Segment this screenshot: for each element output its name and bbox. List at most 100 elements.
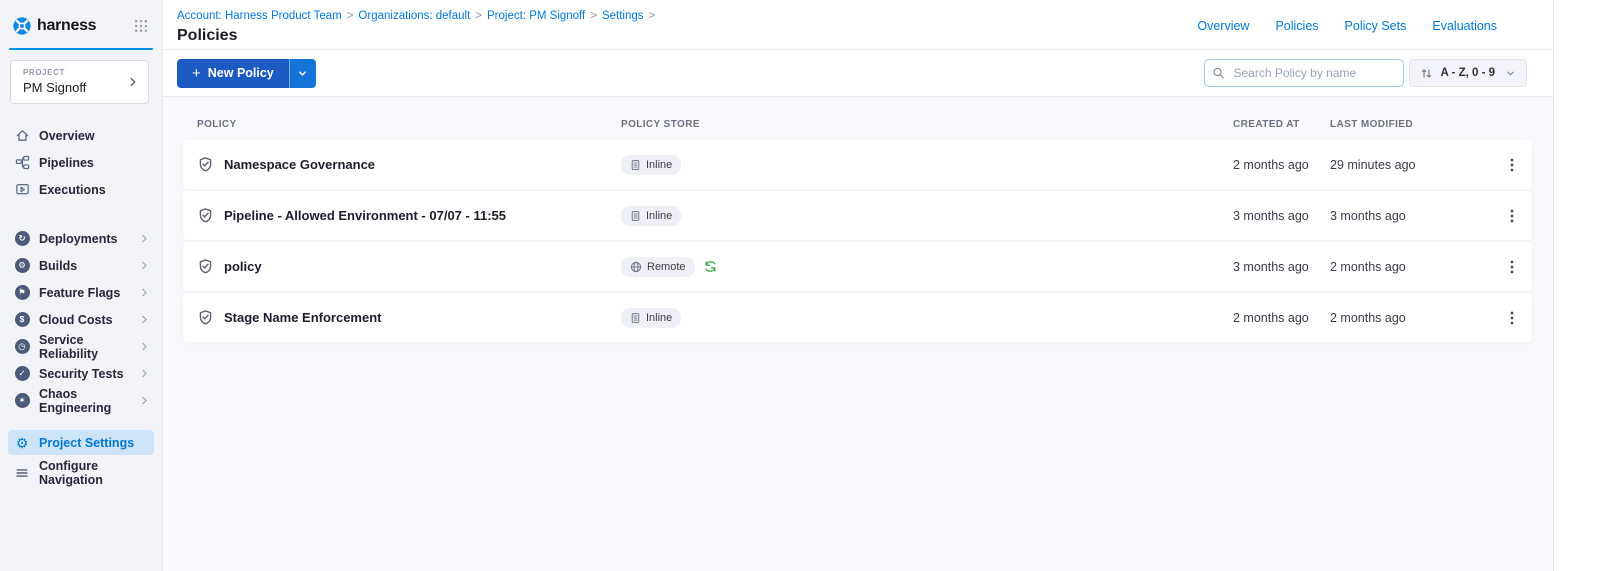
tab-evaluations[interactable]: Evaluations bbox=[1432, 19, 1497, 49]
table-row[interactable]: Namespace Governance Inline 2 months ago… bbox=[183, 140, 1532, 189]
search-input[interactable] bbox=[1204, 59, 1404, 87]
table-row[interactable]: Pipeline - Allowed Environment - 07/07 -… bbox=[183, 191, 1532, 240]
breadcrumb-settings[interactable]: Settings bbox=[602, 10, 644, 22]
sidebar-item-label: Configure Navigation bbox=[39, 459, 150, 487]
gear-icon: ⚙ bbox=[14, 436, 30, 450]
sidebar-item-label: Feature Flags bbox=[39, 286, 120, 300]
feature-flags-icon: ⚑ bbox=[14, 285, 30, 300]
app-launcher-icon[interactable] bbox=[134, 19, 148, 33]
row-menu-kebab-icon[interactable] bbox=[1492, 208, 1532, 224]
breadcrumb-account[interactable]: Account: Harness Product Team bbox=[177, 10, 342, 22]
project-label: PROJECT bbox=[23, 68, 136, 77]
column-header-policy: POLICY bbox=[197, 119, 621, 130]
table-header-row: POLICY POLICY STORE CREATED AT LAST MODI… bbox=[183, 119, 1532, 130]
sidebar-item-label: Security Tests bbox=[39, 367, 124, 381]
breadcrumb-separator: > bbox=[475, 10, 482, 22]
breadcrumb-separator: > bbox=[347, 10, 354, 22]
row-menu-kebab-icon[interactable] bbox=[1492, 157, 1532, 173]
plus-icon: + bbox=[192, 66, 201, 81]
git-sync-icon bbox=[703, 259, 718, 274]
sidebar-item-label: Cloud Costs bbox=[39, 313, 113, 327]
sidebar-item-builds[interactable]: ⚙ Builds bbox=[0, 252, 162, 279]
sidebar-item-cloud-costs[interactable]: $ Cloud Costs bbox=[0, 306, 162, 333]
last-modified-value: 2 months ago bbox=[1330, 311, 1492, 325]
sidebar-item-executions[interactable]: Executions bbox=[0, 176, 162, 203]
tab-policy-sets[interactable]: Policy Sets bbox=[1345, 19, 1407, 49]
toolbar-right: A - Z, 0 - 9 bbox=[1204, 59, 1527, 87]
executions-icon bbox=[14, 182, 30, 197]
project-name: PM Signoff bbox=[23, 80, 136, 95]
column-header-last-modified: LAST MODIFIED bbox=[1330, 119, 1492, 130]
policy-shield-icon bbox=[197, 309, 214, 326]
row-menu-kebab-icon[interactable] bbox=[1492, 310, 1532, 326]
chaos-engineering-icon: ✶ bbox=[14, 393, 30, 408]
sidebar-item-security-tests[interactable]: ✓ Security Tests bbox=[0, 360, 162, 387]
sidebar-item-pipelines[interactable]: Pipelines bbox=[0, 149, 162, 176]
sidebar-item-deployments[interactable]: ↻ Deployments bbox=[0, 225, 162, 252]
last-modified-value: 3 months ago bbox=[1330, 209, 1492, 223]
page-header: Account: Harness Product Team > Organiza… bbox=[163, 0, 1553, 50]
sidebar-item-chaos-engineering[interactable]: ✶ Chaos Engineering bbox=[0, 387, 162, 414]
breadcrumb-project[interactable]: Project: PM Signoff bbox=[487, 10, 585, 22]
pipelines-icon bbox=[14, 155, 30, 170]
chevron-down-icon bbox=[297, 68, 308, 79]
policy-shield-icon bbox=[197, 258, 214, 275]
new-policy-button[interactable]: + New Policy bbox=[177, 59, 289, 88]
sidebar-item-service-reliability[interactable]: ◷ Service Reliability bbox=[0, 333, 162, 360]
created-at-value: 3 months ago bbox=[1233, 209, 1330, 223]
sidebar-nav-bottom: ⚙ Project Settings Configure Navigation bbox=[0, 430, 162, 486]
sidebar-item-label: Chaos Engineering bbox=[39, 387, 139, 415]
policy-name: Stage Name Enforcement bbox=[224, 310, 382, 325]
sidebar-nav-modules: ↻ Deployments ⚙ Builds ⚑ Feature Flags $… bbox=[0, 225, 162, 414]
new-policy-dropdown-button[interactable] bbox=[289, 59, 316, 88]
policy-store-label: Inline bbox=[646, 159, 672, 171]
tab-overview[interactable]: Overview bbox=[1197, 19, 1249, 49]
table-row[interactable]: policy Remote 3 months ago 2 months ago bbox=[183, 242, 1532, 291]
sidebar-item-label: Deployments bbox=[39, 232, 118, 246]
chevron-right-icon bbox=[139, 287, 150, 298]
last-modified-value: 29 minutes ago bbox=[1330, 158, 1492, 172]
deployments-icon: ↻ bbox=[14, 231, 30, 246]
chevron-right-icon bbox=[139, 260, 150, 271]
last-modified-value: 2 months ago bbox=[1330, 260, 1492, 274]
chevron-right-icon bbox=[127, 76, 139, 88]
column-header-created-at: CREATED AT bbox=[1233, 119, 1330, 130]
builds-icon: ⚙ bbox=[14, 258, 30, 273]
search-icon bbox=[1212, 67, 1225, 80]
created-at-value: 2 months ago bbox=[1233, 158, 1330, 172]
policy-store-label: Inline bbox=[646, 210, 672, 222]
sidebar-item-overview[interactable]: Overview bbox=[0, 122, 162, 149]
chevron-right-icon bbox=[139, 368, 150, 379]
header-left: Account: Harness Product Team > Organiza… bbox=[177, 10, 655, 49]
sidebar-item-feature-flags[interactable]: ⚑ Feature Flags bbox=[0, 279, 162, 306]
sort-arrows-icon bbox=[1420, 67, 1433, 80]
sidebar-item-project-settings[interactable]: ⚙ Project Settings bbox=[8, 430, 154, 455]
header-tabs: Overview Policies Policy Sets Evaluation… bbox=[1197, 10, 1497, 49]
sort-dropdown-label: A - Z, 0 - 9 bbox=[1440, 67, 1495, 79]
policy-shield-icon bbox=[197, 156, 214, 173]
breadcrumb: Account: Harness Product Team > Organiza… bbox=[177, 10, 655, 22]
chevron-right-icon bbox=[139, 233, 150, 244]
harness-logo-icon bbox=[12, 16, 32, 36]
policy-store-badge: Inline bbox=[621, 308, 681, 328]
created-at-value: 3 months ago bbox=[1233, 260, 1330, 274]
cloud-costs-icon: $ bbox=[14, 312, 30, 327]
sidebar-nav-top: Overview Pipelines Executions bbox=[0, 122, 162, 203]
table-row[interactable]: Stage Name Enforcement Inline 2 months a… bbox=[183, 293, 1532, 342]
brand-wordmark: harness bbox=[37, 17, 96, 35]
policy-store-badge: Remote bbox=[621, 257, 695, 277]
chevron-right-icon bbox=[139, 395, 150, 406]
breadcrumb-separator: > bbox=[590, 10, 597, 22]
project-selector[interactable]: PROJECT PM Signoff bbox=[10, 60, 149, 104]
policy-store-badge: Inline bbox=[621, 206, 681, 226]
policy-name: Namespace Governance bbox=[224, 157, 375, 172]
sidebar-item-configure-navigation[interactable]: Configure Navigation bbox=[0, 459, 162, 486]
created-at-value: 2 months ago bbox=[1233, 311, 1330, 325]
breadcrumb-separator: > bbox=[649, 10, 656, 22]
row-menu-kebab-icon[interactable] bbox=[1492, 259, 1532, 275]
policy-store-label: Inline bbox=[646, 312, 672, 324]
sort-dropdown[interactable]: A - Z, 0 - 9 bbox=[1409, 59, 1527, 87]
security-tests-icon: ✓ bbox=[14, 366, 30, 381]
breadcrumb-organization[interactable]: Organizations: default bbox=[358, 10, 470, 22]
tab-policies[interactable]: Policies bbox=[1275, 19, 1318, 49]
